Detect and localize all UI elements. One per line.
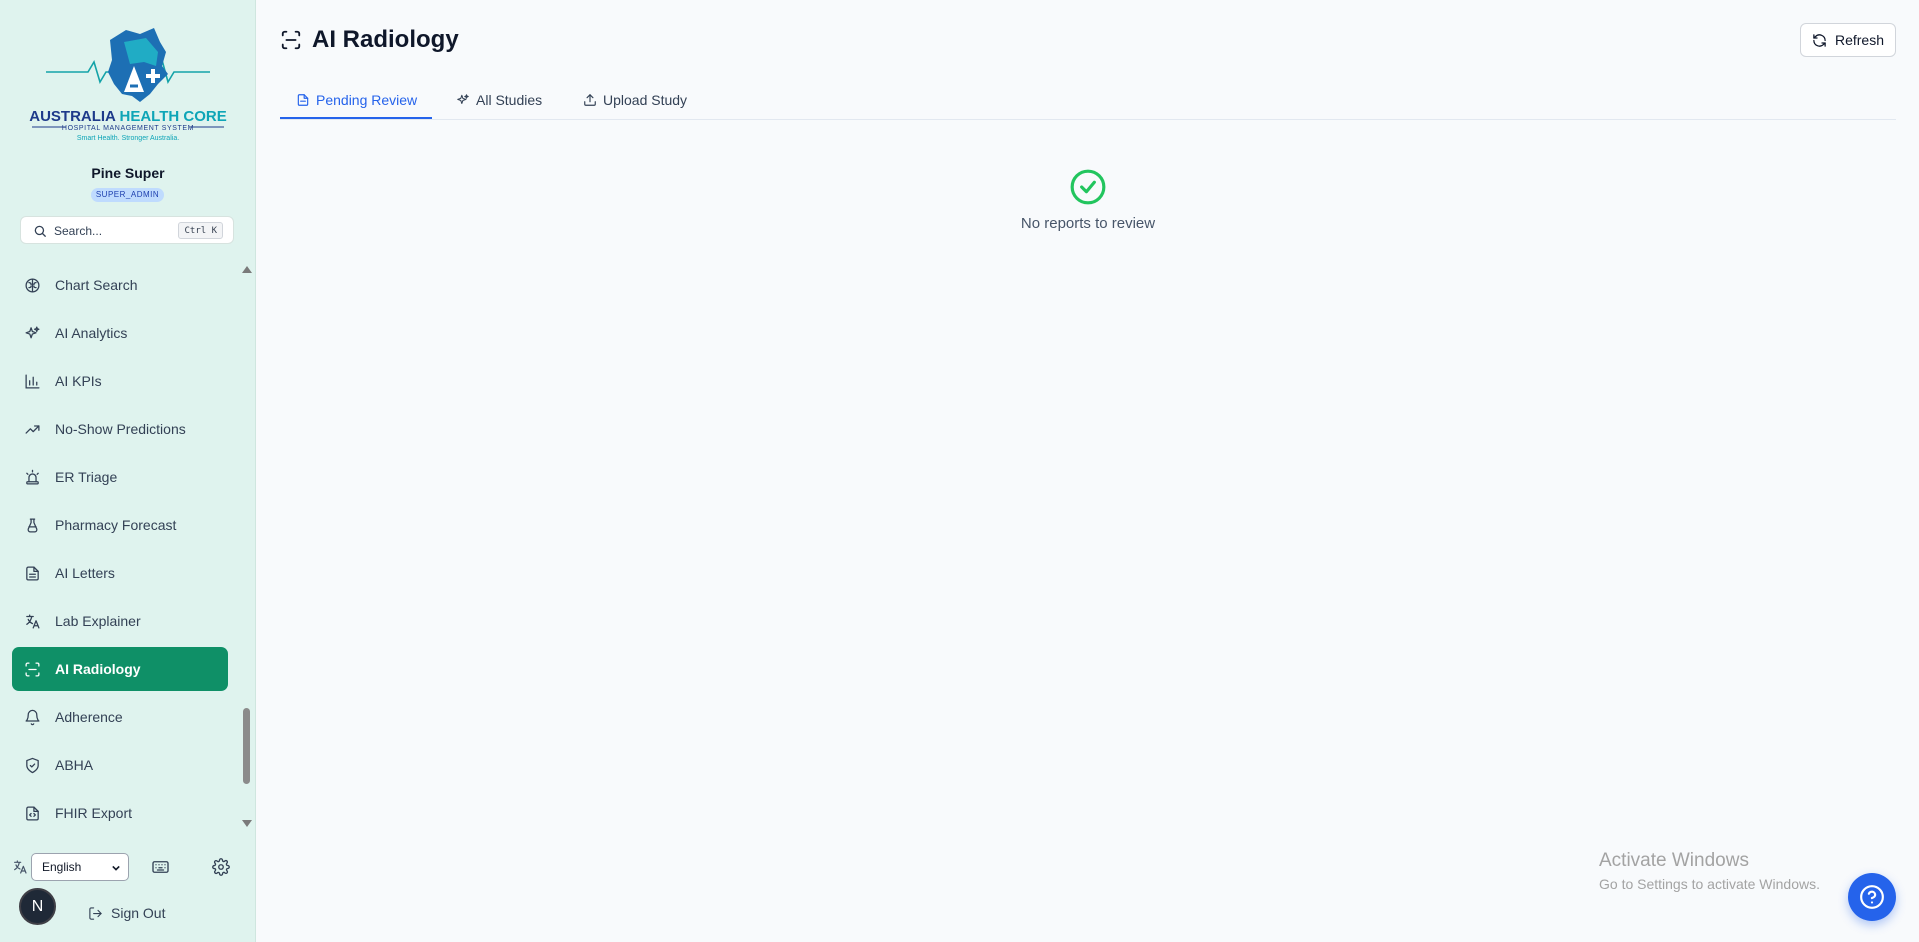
- languages-icon: [14, 860, 27, 874]
- os-activation-watermark: Activate Windows Go to Settings to activ…: [1599, 850, 1820, 892]
- chevron-down-icon: [112, 865, 120, 871]
- watermark-line-2: Go to Settings to activate Windows.: [1599, 876, 1820, 892]
- sidebar-item-label: AI Analytics: [55, 325, 128, 341]
- language-select-value: English: [42, 860, 82, 874]
- sidebar-item-no-show-predictions[interactable]: No-Show Predictions: [12, 407, 228, 451]
- sidebar-item-ai-letters[interactable]: AI Letters: [12, 551, 228, 595]
- search-shortcut: Ctrl K: [178, 222, 223, 239]
- gear-icon[interactable]: [212, 858, 230, 876]
- app-logo: AUSTRALIA HEALTH CORE HOSPITAL MANAGEMEN…: [28, 22, 228, 144]
- sidebar-item-adherence[interactable]: Adherence: [12, 695, 228, 739]
- log-out-icon: [89, 906, 102, 920]
- sparkles-icon: [25, 325, 40, 338]
- sidebar-item-pharmacy-forecast[interactable]: Pharmacy Forecast: [12, 503, 228, 547]
- file-code-icon: [26, 805, 39, 821]
- brain-icon: [25, 277, 40, 293]
- sidebar-item-lab-explainer[interactable]: Lab Explainer: [12, 599, 228, 643]
- role-badge: SUPER_ADMIN: [91, 188, 164, 202]
- help-button[interactable]: [1848, 873, 1896, 921]
- sidebar: AUSTRALIA HEALTH CORE HOSPITAL MANAGEMEN…: [0, 0, 256, 942]
- sidebar-item-label: Chart Search: [55, 277, 138, 293]
- tab-upload-study[interactable]: Upload Study: [583, 80, 687, 119]
- sidebar-item-fhir-export[interactable]: FHIR Export: [12, 791, 228, 835]
- scroll-up-arrow-icon[interactable]: [242, 266, 252, 273]
- trending-up-icon: [25, 424, 40, 434]
- sidebar-item-ai-analytics[interactable]: AI Analytics: [12, 311, 228, 355]
- sidebar-footer-controls: English: [0, 853, 256, 881]
- shield-check-icon: [26, 757, 39, 773]
- sidebar-item-label: Lab Explainer: [55, 613, 141, 629]
- refresh-button[interactable]: Refresh: [1800, 23, 1896, 57]
- keyboard-icon[interactable]: [151, 858, 170, 876]
- help-circle-icon: [1860, 885, 1884, 909]
- tab-pending-review[interactable]: Pending Review: [296, 80, 417, 119]
- sidebar-item-chart-search[interactable]: Chart Search: [12, 263, 228, 307]
- scan-icon: [281, 30, 301, 50]
- language-select[interactable]: English: [31, 853, 129, 881]
- sidebar-item-er-triage[interactable]: ER Triage: [12, 455, 228, 499]
- scroll-down-arrow-icon[interactable]: [242, 820, 252, 827]
- logo-title-part1: AUSTRALIA: [29, 108, 119, 125]
- flask-icon: [27, 517, 38, 533]
- upload-icon: [584, 93, 596, 106]
- sidebar-item-ai-radiology[interactable]: AI Radiology: [12, 647, 228, 691]
- tab-bar: Pending Review All Studies Upload Study: [280, 80, 1896, 120]
- watermark-line-1: Activate Windows: [1599, 850, 1749, 871]
- siren-icon: [26, 469, 39, 485]
- sign-out-label: Sign Out: [111, 905, 166, 921]
- sidebar-scrollbar[interactable]: [241, 262, 253, 832]
- sidebar-item-label: FHIR Export: [55, 805, 133, 821]
- logo-tagline: Smart Health. Stronger Australia.: [77, 135, 179, 142]
- tab-label: All Studies: [476, 91, 543, 108]
- sidebar-item-label: Adherence: [55, 709, 123, 725]
- tab-label: Pending Review: [316, 91, 418, 108]
- scroll-thumb[interactable]: [243, 708, 250, 784]
- languages-icon: [26, 613, 40, 629]
- empty-state: No reports to review: [880, 168, 1296, 232]
- sidebar-search[interactable]: Search... Ctrl K: [20, 216, 234, 244]
- user-name: Pine Super: [91, 165, 165, 181]
- sidebar-item-label: Pharmacy Forecast: [55, 517, 177, 533]
- logo-subtitle: HOSPITAL MANAGEMENT SYSTEM: [62, 125, 194, 132]
- sign-out-button[interactable]: Sign Out: [88, 905, 165, 921]
- sidebar-item-ai-kpis[interactable]: AI KPIs: [12, 359, 228, 403]
- refresh-icon: [1813, 33, 1826, 47]
- file-text-icon: [26, 565, 39, 581]
- sidebar-item-abha[interactable]: ABHA: [12, 743, 228, 787]
- sparkles-icon: [457, 93, 469, 104]
- sidebar-nav: Chart Search AI Analytics AI KPIs No-Sho…: [12, 263, 228, 839]
- search-icon: [34, 225, 46, 237]
- sidebar-item-label: AI Radiology: [55, 661, 141, 677]
- tab-all-studies[interactable]: All Studies: [456, 80, 542, 119]
- sidebar-item-label: ER Triage: [55, 469, 118, 485]
- bell-icon: [25, 709, 40, 725]
- empty-state-message: No reports to review: [1020, 215, 1156, 232]
- search-placeholder: Search...: [54, 224, 103, 238]
- file-icon: [297, 93, 309, 106]
- sidebar-item-label: AI Letters: [55, 565, 115, 581]
- refresh-label: Refresh: [1834, 32, 1885, 48]
- tab-label: Upload Study: [603, 91, 688, 108]
- active-tab-indicator: [280, 117, 432, 119]
- sidebar-item-label: No-Show Predictions: [55, 421, 186, 437]
- sidebar-item-label: ABHA: [55, 757, 94, 773]
- scan-icon: [25, 661, 40, 677]
- avatar[interactable]: N: [19, 888, 56, 925]
- page-title: AI Radiology: [280, 26, 459, 54]
- bar-chart-icon: [25, 373, 40, 389]
- sidebar-item-label: AI KPIs: [55, 373, 102, 389]
- logo-title-part2: HEALTH CORE: [120, 108, 227, 125]
- svg-text:AUSTRALIA HEALTH CORE: AUSTRALIA HEALTH CORE: [29, 108, 227, 125]
- page-title-text: AI Radiology: [312, 26, 459, 53]
- check-circle-icon: [1070, 169, 1106, 205]
